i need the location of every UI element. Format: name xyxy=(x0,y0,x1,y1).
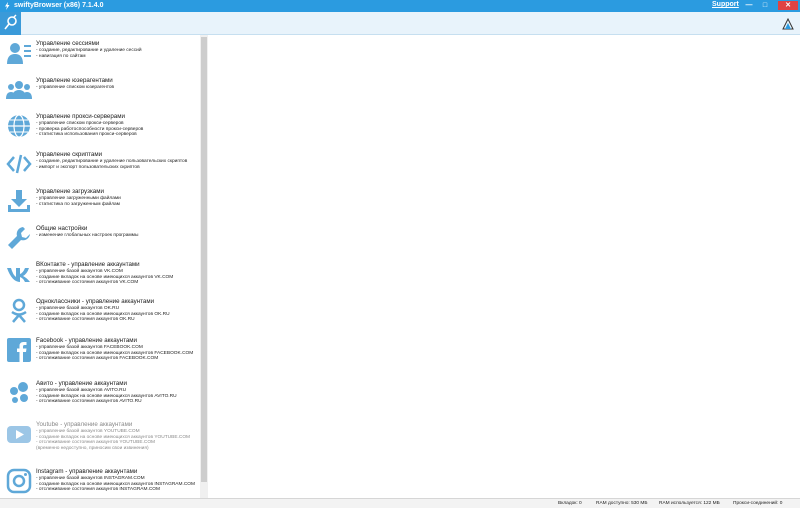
menu-item-title: Instagram - управление аккаунтами xyxy=(36,468,138,475)
status-proxy-connections: Прокси-соединений: 0 xyxy=(733,501,783,506)
app-logo-icon xyxy=(5,2,10,10)
menu-item-title: Youtube - управление аккаунтами xyxy=(36,421,133,428)
menu-item-description: - управление базой аккаунтов VK.COM - со… xyxy=(36,269,174,286)
sidebar-scrollbar[interactable] xyxy=(200,35,208,498)
status-ram-used: RAM используется: 122 МБ xyxy=(659,501,720,506)
avito-icon xyxy=(10,382,28,403)
menu-item-title: ВКонтакте - управление аккаунтами xyxy=(36,261,140,268)
menu-item-title: Управление скриптами xyxy=(36,151,103,158)
menu-item-description: - управление базой аккаунтов AVITO.RU - … xyxy=(36,388,177,405)
menu-item-title: Управление прокси-серверами xyxy=(36,113,125,120)
menu-item-title: Одноклассники - управление аккаунтами xyxy=(36,298,155,305)
feature-menu: Управление сессиями - создание, редактир… xyxy=(0,35,208,498)
vk-icon xyxy=(7,268,30,282)
menu-item-description: - создание, редактирование и удаление по… xyxy=(36,159,188,170)
menu-item-description: - управление базой аккаунтов INSTAGRAM.C… xyxy=(36,476,196,493)
status-tabs-count: Вкладок: 0 xyxy=(558,501,582,506)
brand-logo-icon[interactable] xyxy=(781,18,795,30)
wrench-icon xyxy=(8,227,30,249)
youtube-icon xyxy=(7,426,31,443)
user-agents-icon xyxy=(6,81,32,99)
menu-item-title: Управление юзерагентами xyxy=(36,77,113,84)
close-button[interactable]: ✕ xyxy=(778,1,798,10)
menu-item-description: - управление списком юзерагентов xyxy=(36,85,115,90)
support-link[interactable]: Support xyxy=(712,1,739,8)
menu-item-title: Facebook - управление аккаунтами xyxy=(36,337,138,344)
menu-item-title: Управление загрузками xyxy=(36,188,104,195)
maximize-button[interactable]: □ xyxy=(758,1,772,10)
users-manage-icon xyxy=(7,43,31,64)
main-menu-button[interactable] xyxy=(0,12,21,35)
status-bar: Вкладок: 0 RAM доступно: 530 МБ RAM испо… xyxy=(0,498,800,508)
odnoklassniki-icon xyxy=(11,298,27,323)
main-content-area xyxy=(208,35,800,498)
globe-icon xyxy=(8,114,30,138)
download-icon xyxy=(8,190,30,212)
code-icon xyxy=(6,154,32,174)
scrollbar-thumb[interactable] xyxy=(201,37,207,482)
menu-item-title: Авито - управление аккаунтами xyxy=(36,380,127,387)
menu-item-description: - управление базой аккаунтов FACEBOOK.CO… xyxy=(36,345,194,362)
menu-item-description: - управление списком прокси-серверов - п… xyxy=(36,121,144,138)
instagram-icon xyxy=(6,468,32,494)
menu-item-description: - управление базой аккаунтов YOUTUBE.COM… xyxy=(36,429,191,451)
minimize-button[interactable]: — xyxy=(742,1,756,10)
facebook-icon xyxy=(7,338,31,362)
window-title: swiftyBrowser (x86) 7.1.4.0 xyxy=(14,2,104,9)
toolbar xyxy=(0,12,800,35)
menu-item-description: - управление загруженными файлами - стат… xyxy=(36,196,121,207)
menu-item-title: Общие настройки xyxy=(36,225,88,232)
status-ram-free: RAM доступно: 530 МБ xyxy=(596,501,648,506)
menu-item-description: - изменение глобальных настроек программ… xyxy=(36,233,139,238)
menu-item-description: - управление базой аккаунтов OK.RU - соз… xyxy=(36,306,170,323)
menu-item-description: - создание, редактирование и удаление се… xyxy=(36,48,142,59)
title-bar: swiftyBrowser (x86) 7.1.4.0 Support — □ … xyxy=(0,0,800,12)
menu-item-title: Управление сессиями xyxy=(36,40,100,47)
rocket-icon xyxy=(4,14,17,30)
